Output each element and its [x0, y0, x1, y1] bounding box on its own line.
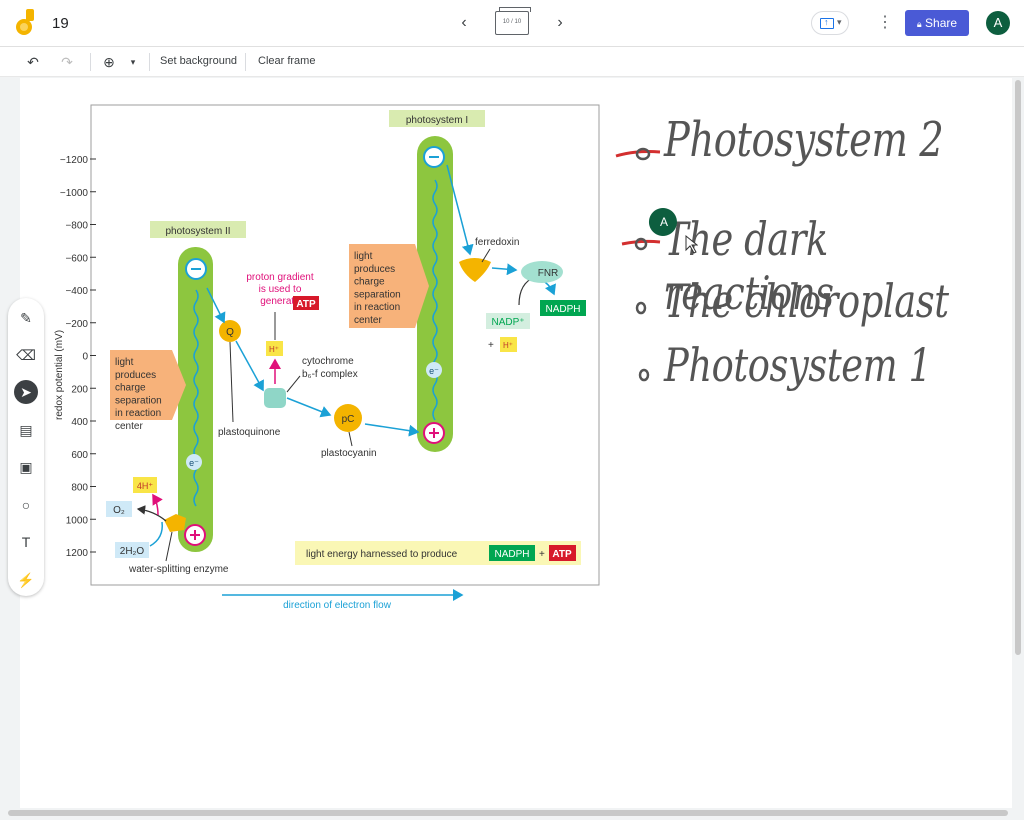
- plus-sign: +: [488, 340, 494, 351]
- sticky-note-icon[interactable]: ▤: [14, 418, 38, 442]
- y-tick-label: −600: [65, 253, 88, 264]
- y-axis-label: redox potential (mV): [54, 330, 65, 420]
- photosystem-ii-label: photosystem II: [165, 226, 230, 237]
- light-text-line: produces: [115, 370, 156, 381]
- y-tick-label: 200: [71, 384, 88, 395]
- image-icon[interactable]: ▣: [14, 455, 38, 479]
- y-tick-label: −200: [65, 319, 88, 330]
- y-tick-label: 600: [71, 450, 88, 461]
- plastocyanin-label: plastocyanin: [321, 448, 377, 459]
- proton-gradient-line: is used to: [259, 284, 302, 295]
- light-text-line: separation: [115, 395, 162, 406]
- light-text-line: in reaction: [354, 302, 400, 313]
- plastoquinone-label: plastoquinone: [218, 427, 281, 438]
- water-label: 2H₂O: [120, 546, 145, 557]
- four-h-label: 4H⁺: [137, 481, 154, 491]
- y-tick-label: −800: [65, 221, 88, 232]
- cytochrome-complex: [264, 388, 286, 408]
- light-text-line: light: [115, 357, 134, 368]
- y-tick-label: −400: [65, 286, 88, 297]
- fnr-label: FNR: [538, 268, 559, 279]
- water-enzyme-label: water-splitting enzyme: [128, 564, 229, 575]
- text-box-icon[interactable]: T: [14, 530, 38, 554]
- note-photosystem-1[interactable]: Photosystem 1: [664, 338, 932, 392]
- proton-gradient-line: proton gradient: [246, 272, 313, 283]
- cytochrome-line: b₆-f complex: [302, 369, 358, 380]
- y-tick-label: 800: [71, 483, 88, 494]
- y-tick-label: 0: [82, 352, 88, 363]
- y-tick-label: 400: [71, 417, 88, 428]
- nadp-label: NADP⁺: [491, 317, 524, 328]
- energy-banner-text: light energy harnessed to produce: [306, 549, 458, 560]
- y-tick-label: −1000: [60, 188, 89, 199]
- light-text-line: produces: [354, 264, 395, 275]
- light-text-line: separation: [354, 289, 401, 300]
- pen-icon[interactable]: ✎: [14, 306, 38, 330]
- y-tick-label: 1200: [66, 548, 89, 559]
- bullet-4: [638, 368, 650, 382]
- bullet-3: [635, 301, 647, 315]
- h-plus-label: H⁺: [269, 345, 279, 354]
- footer-plus: +: [539, 549, 545, 560]
- diagram-frame: [90, 104, 600, 586]
- photosystem-i-label: photosystem I: [406, 115, 468, 126]
- h-plus-label-2: H⁺: [503, 341, 513, 350]
- y-tick-label: 1000: [66, 515, 89, 526]
- q-label: Q: [226, 327, 234, 338]
- cursor-avatar-label: A: [659, 215, 668, 229]
- eraser-icon[interactable]: ⌫: [14, 343, 38, 367]
- light-text-line: light: [354, 251, 373, 262]
- electron-label-i: e⁻: [429, 366, 439, 376]
- light-text-line: charge: [354, 277, 385, 288]
- note-photosystem-2[interactable]: Photosystem 2: [664, 112, 944, 168]
- electron-label-ii: e⁻: [189, 458, 199, 468]
- shape-circle-icon[interactable]: ○: [14, 493, 38, 517]
- select-cursor-icon[interactable]: ➤: [14, 380, 38, 404]
- nadph-label: NADPH: [545, 304, 580, 315]
- laser-icon[interactable]: ⚡: [14, 568, 38, 592]
- collaborator-cursor: [648, 208, 698, 254]
- y-tick-label: −1200: [60, 155, 89, 166]
- light-text-line: in reaction: [115, 408, 161, 419]
- footer-atp: ATP: [552, 549, 572, 560]
- o2-label: O₂: [113, 505, 125, 516]
- flow-label: direction of electron flow: [283, 600, 392, 611]
- atp-label: ATP: [296, 299, 316, 310]
- cytochrome-line: cytochrome: [302, 356, 354, 367]
- footer-nadph: NADPH: [494, 549, 529, 560]
- note-chloroplast[interactable]: The chloroplast: [664, 274, 949, 328]
- light-text-line: charge: [115, 383, 146, 394]
- pc-label: pC: [342, 414, 355, 425]
- ferredoxin-label: ferredoxin: [475, 237, 519, 248]
- tool-palette: ✎ ⌫ ➤ ▤ ▣ ○ T ⚡: [8, 298, 44, 596]
- light-text-line: center: [115, 421, 143, 432]
- light-text-line: center: [354, 315, 382, 326]
